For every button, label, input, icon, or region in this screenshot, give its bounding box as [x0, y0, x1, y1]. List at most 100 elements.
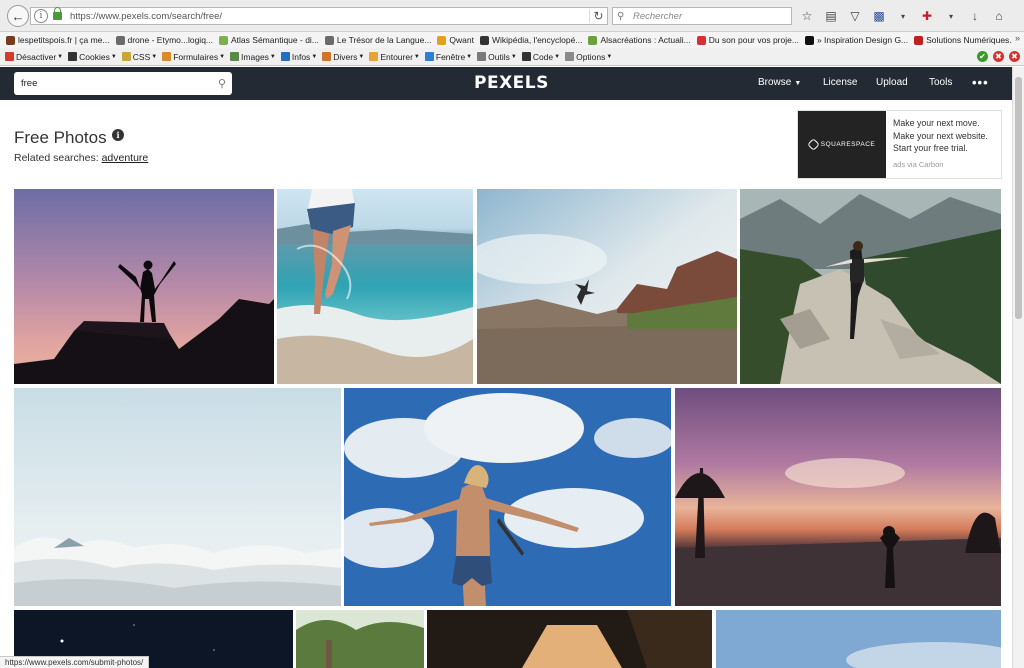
- nav-more-button[interactable]: •••: [972, 75, 989, 90]
- error-icon[interactable]: ✖: [993, 51, 1004, 62]
- ad-brand-text: SQUARESPACE: [820, 141, 876, 148]
- dropdown-arrow-icon: ▼: [554, 53, 561, 60]
- url-bar[interactable]: i https://www.pexels.com/search/free/ ↻: [30, 7, 608, 25]
- bookmark-label: Alsacréations : Actuali...: [600, 35, 691, 45]
- addon-icon[interactable]: ✚: [918, 7, 936, 25]
- dev-toolbar-menu[interactable]: Infos ▼: [280, 52, 317, 62]
- dropdown-arrow-icon[interactable]: ▾: [894, 7, 912, 25]
- photo-bridge-image: [427, 610, 712, 668]
- photo-trees[interactable]: [296, 610, 424, 668]
- dropdown-arrow-icon: ▼: [269, 53, 276, 60]
- dev-toolbar-menu[interactable]: Fenêtre ▼: [424, 52, 473, 62]
- photo-blue-sky[interactable]: [716, 610, 1001, 668]
- nav-upload[interactable]: Upload: [876, 77, 908, 88]
- site-search-input[interactable]: free ⚲: [14, 72, 232, 95]
- bookmark-item[interactable]: Qwant: [437, 35, 474, 45]
- photo-sunset-silhouette[interactable]: [14, 189, 274, 384]
- bookmark-item[interactable]: » Inspiration Design G...: [804, 35, 908, 45]
- bookmark-label: Atlas Sémantique - di...: [231, 35, 319, 45]
- ad-via-link[interactable]: ads via Carbon: [893, 160, 943, 169]
- clipboard-icon[interactable]: ▤: [822, 7, 840, 25]
- lock-icon: [53, 7, 62, 20]
- photo-mountain-hiker[interactable]: [740, 189, 1001, 384]
- bookmark-label: Wikipédia, l'encyclopé...: [492, 35, 583, 45]
- arrow-left-icon: ←: [11, 8, 25, 24]
- dev-toolbar-menu[interactable]: Images ▼: [230, 52, 276, 62]
- bookmark-label: Le Trésor de la Langue...: [336, 35, 432, 45]
- dev-toolbar-icon: [565, 52, 575, 61]
- scrollbar-thumb[interactable]: [1015, 77, 1022, 319]
- home-icon[interactable]: ⌂: [990, 7, 1008, 25]
- bookmark-label: lespetitspois.fr | ça me...: [18, 35, 110, 45]
- browser-search-placeholder: Rechercher: [633, 10, 683, 22]
- download-icon[interactable]: ↓: [966, 7, 984, 25]
- dropdown-arrow-icon: ▼: [110, 53, 117, 60]
- pocket-icon[interactable]: ▽: [846, 7, 864, 25]
- browser-search-field[interactable]: ⚲ Rechercher: [612, 7, 792, 25]
- dropdown-arrow-icon: ▼: [466, 53, 473, 60]
- info-icon[interactable]: i: [34, 9, 48, 23]
- photo-bridge[interactable]: [427, 610, 712, 668]
- carbon-ad[interactable]: SQUARESPACE Make your next move. Make yo…: [797, 110, 1002, 179]
- photo-beach-legs[interactable]: [277, 189, 473, 384]
- save-icon[interactable]: ▩: [870, 7, 888, 25]
- photo-jumping-person[interactable]: [477, 189, 737, 384]
- dev-toolbar-menu[interactable]: Code ▼: [521, 51, 561, 62]
- photo-purple-sunset-field[interactable]: [675, 388, 1001, 606]
- squarespace-logo-icon: [806, 138, 820, 151]
- dev-toolbar-label: CSS: [132, 51, 151, 62]
- nav-license[interactable]: License: [823, 77, 857, 88]
- bookmark-item[interactable]: Alsacréations : Actuali...: [588, 35, 691, 45]
- dev-toolbar-menu[interactable]: Désactiver ▼: [5, 52, 63, 62]
- photo-clouds-above[interactable]: [14, 388, 341, 606]
- related-search-link[interactable]: adventure: [102, 152, 149, 164]
- dev-toolbar-menu[interactable]: CSS ▼: [121, 51, 157, 62]
- bookmark-item[interactable]: Solutions Numériques...: [914, 35, 1016, 45]
- photo-woman-sky[interactable]: [344, 388, 671, 606]
- dev-toolbar-icon: [121, 52, 131, 61]
- dev-toolbar-icon: [521, 52, 531, 61]
- bookmarks-overflow-icon[interactable]: »: [1010, 33, 1020, 43]
- photo-beach-legs-image: [277, 189, 473, 384]
- dev-toolbar-menu[interactable]: Divers ▼: [322, 52, 364, 62]
- dev-toolbar-menu[interactable]: Formulaires ▼: [162, 52, 225, 62]
- dev-toolbar-label: Cookies: [79, 51, 110, 62]
- page-scrollbar[interactable]: [1012, 67, 1024, 668]
- nav-tools[interactable]: Tools: [929, 77, 952, 88]
- site-search-value[interactable]: free: [21, 78, 212, 89]
- bookmark-item[interactable]: lespetitspois.fr | ça me...: [6, 35, 110, 45]
- photo-woman-sky-image: [344, 388, 671, 606]
- dev-toolbar-icon: [280, 52, 290, 61]
- bookmark-item[interactable]: Wikipédia, l'encyclopé...: [480, 35, 582, 45]
- bookmark-item[interactable]: drone - Etymo...logiq...: [115, 35, 213, 45]
- ad-image[interactable]: SQUARESPACE: [798, 111, 886, 178]
- bookmark-star-icon[interactable]: ☆: [798, 7, 816, 25]
- check-icon[interactable]: ✔: [977, 51, 988, 62]
- dev-toolbar-menu[interactable]: Entourer ▼: [369, 52, 420, 62]
- dev-toolbar-menu[interactable]: Options ▼: [565, 52, 612, 62]
- search-icon[interactable]: ⚲: [212, 77, 232, 90]
- bookmark-item[interactable]: Le Trésor de la Langue...: [324, 35, 432, 45]
- dev-toolbar-icon: [5, 52, 14, 61]
- bookmark-item[interactable]: Du son pour vos proje...: [696, 35, 799, 45]
- nav-browse[interactable]: Browse ▼: [758, 77, 801, 88]
- dev-toolbar-menu[interactable]: Outils ▼: [477, 52, 517, 62]
- menu-icon[interactable]: ☰: [1020, 7, 1024, 25]
- nav-browse-label: Browse: [758, 77, 792, 88]
- browser-navigation-bar: ← i https://www.pexels.com/search/free/ …: [0, 0, 1024, 32]
- squarespace-logo: SQUARESPACE: [806, 138, 876, 151]
- dropdown-arrow-icon[interactable]: ▾: [942, 7, 960, 25]
- dev-toolbar-label: Entourer: [380, 51, 413, 62]
- dev-toolbar-icon: [162, 52, 172, 61]
- photo-jumping-person-image: [477, 189, 737, 384]
- ad-text[interactable]: Make your next move. Make your next webs…: [893, 117, 1001, 155]
- reload-icon[interactable]: ↻: [589, 9, 607, 23]
- close-icon[interactable]: ✖: [1009, 51, 1020, 62]
- info-icon[interactable]: i: [112, 129, 124, 141]
- back-button[interactable]: ←: [7, 5, 29, 27]
- dev-toolbar-menu[interactable]: Cookies ▼: [68, 52, 117, 62]
- url-text[interactable]: https://www.pexels.com/search/free/: [70, 11, 589, 22]
- bookmark-item[interactable]: Atlas Sémantique - di...: [219, 35, 319, 45]
- dev-toolbar-label: Code: [532, 51, 554, 62]
- pexels-logo[interactable]: PEXELS: [474, 73, 549, 93]
